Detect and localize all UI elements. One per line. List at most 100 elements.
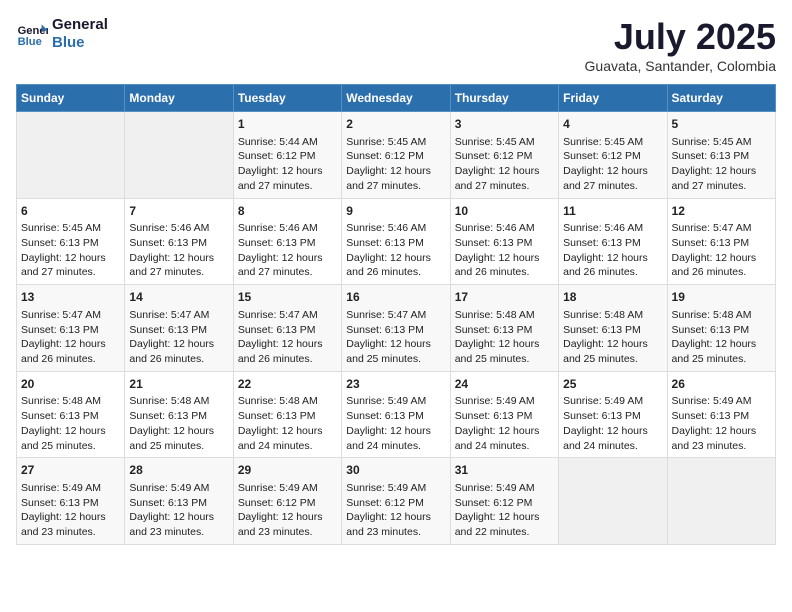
sunset-text: Sunset: 6:13 PM (672, 149, 771, 164)
day-number: 13 (21, 289, 120, 306)
sunset-text: Sunset: 6:13 PM (129, 409, 228, 424)
sunrise-text: Sunrise: 5:49 AM (455, 481, 554, 496)
sunrise-text: Sunrise: 5:45 AM (672, 135, 771, 150)
sunset-text: Sunset: 6:13 PM (238, 323, 337, 338)
daylight-text: Daylight: 12 hours and 23 minutes. (346, 510, 445, 539)
daylight-text: Daylight: 12 hours and 26 minutes. (455, 251, 554, 280)
day-cell (125, 112, 233, 199)
sunrise-text: Sunrise: 5:48 AM (238, 394, 337, 409)
location-subtitle: Guavata, Santander, Colombia (585, 58, 776, 74)
day-cell: 14Sunrise: 5:47 AMSunset: 6:13 PMDayligh… (125, 285, 233, 372)
daylight-text: Daylight: 12 hours and 23 minutes. (21, 510, 120, 539)
daylight-text: Daylight: 12 hours and 26 minutes. (346, 251, 445, 280)
day-number: 19 (672, 289, 771, 306)
header-row: SundayMondayTuesdayWednesdayThursdayFrid… (17, 85, 776, 112)
sunset-text: Sunset: 6:13 PM (455, 409, 554, 424)
sunrise-text: Sunrise: 5:48 AM (129, 394, 228, 409)
sunrise-text: Sunrise: 5:45 AM (346, 135, 445, 150)
sunset-text: Sunset: 6:12 PM (346, 149, 445, 164)
sunset-text: Sunset: 6:13 PM (346, 409, 445, 424)
sunrise-text: Sunrise: 5:47 AM (21, 308, 120, 323)
sunset-text: Sunset: 6:13 PM (238, 236, 337, 251)
sunset-text: Sunset: 6:13 PM (21, 496, 120, 511)
day-number: 17 (455, 289, 554, 306)
daylight-text: Daylight: 12 hours and 25 minutes. (21, 424, 120, 453)
sunrise-text: Sunrise: 5:47 AM (346, 308, 445, 323)
day-number: 22 (238, 376, 337, 393)
daylight-text: Daylight: 12 hours and 27 minutes. (346, 164, 445, 193)
day-number: 10 (455, 203, 554, 220)
sunrise-text: Sunrise: 5:46 AM (238, 221, 337, 236)
sunset-text: Sunset: 6:13 PM (563, 236, 662, 251)
daylight-text: Daylight: 12 hours and 26 minutes. (672, 251, 771, 280)
day-cell: 10Sunrise: 5:46 AMSunset: 6:13 PMDayligh… (450, 198, 558, 285)
calendar-table: SundayMondayTuesdayWednesdayThursdayFrid… (16, 84, 776, 545)
sunrise-text: Sunrise: 5:49 AM (563, 394, 662, 409)
day-cell: 7Sunrise: 5:46 AMSunset: 6:13 PMDaylight… (125, 198, 233, 285)
day-cell: 28Sunrise: 5:49 AMSunset: 6:13 PMDayligh… (125, 458, 233, 545)
day-cell: 15Sunrise: 5:47 AMSunset: 6:13 PMDayligh… (233, 285, 341, 372)
day-number: 30 (346, 462, 445, 479)
sunset-text: Sunset: 6:13 PM (129, 323, 228, 338)
sunrise-text: Sunrise: 5:48 AM (672, 308, 771, 323)
sunset-text: Sunset: 6:12 PM (238, 149, 337, 164)
sunrise-text: Sunrise: 5:46 AM (455, 221, 554, 236)
sunrise-text: Sunrise: 5:48 AM (21, 394, 120, 409)
col-header-thursday: Thursday (450, 85, 558, 112)
daylight-text: Daylight: 12 hours and 25 minutes. (346, 337, 445, 366)
sunset-text: Sunset: 6:13 PM (672, 236, 771, 251)
sunset-text: Sunset: 6:13 PM (129, 496, 228, 511)
sunset-text: Sunset: 6:13 PM (563, 409, 662, 424)
day-cell: 24Sunrise: 5:49 AMSunset: 6:13 PMDayligh… (450, 371, 558, 458)
daylight-text: Daylight: 12 hours and 27 minutes. (129, 251, 228, 280)
day-cell (559, 458, 667, 545)
sunset-text: Sunset: 6:13 PM (672, 323, 771, 338)
title-block: July 2025 Guavata, Santander, Colombia (585, 16, 776, 74)
day-cell: 11Sunrise: 5:46 AMSunset: 6:13 PMDayligh… (559, 198, 667, 285)
logo-icon: General Blue (16, 18, 48, 50)
day-number: 6 (21, 203, 120, 220)
sunset-text: Sunset: 6:13 PM (455, 236, 554, 251)
sunrise-text: Sunrise: 5:47 AM (129, 308, 228, 323)
day-cell: 6Sunrise: 5:45 AMSunset: 6:13 PMDaylight… (17, 198, 125, 285)
day-number: 18 (563, 289, 662, 306)
logo-line2: Blue (52, 34, 108, 52)
daylight-text: Daylight: 12 hours and 24 minutes. (238, 424, 337, 453)
day-number: 23 (346, 376, 445, 393)
daylight-text: Daylight: 12 hours and 26 minutes. (21, 337, 120, 366)
day-cell: 12Sunrise: 5:47 AMSunset: 6:13 PMDayligh… (667, 198, 775, 285)
col-header-tuesday: Tuesday (233, 85, 341, 112)
day-number: 1 (238, 116, 337, 133)
day-cell: 23Sunrise: 5:49 AMSunset: 6:13 PMDayligh… (342, 371, 450, 458)
daylight-text: Daylight: 12 hours and 23 minutes. (672, 424, 771, 453)
col-header-friday: Friday (559, 85, 667, 112)
day-number: 20 (21, 376, 120, 393)
sunrise-text: Sunrise: 5:45 AM (455, 135, 554, 150)
week-row-2: 6Sunrise: 5:45 AMSunset: 6:13 PMDaylight… (17, 198, 776, 285)
daylight-text: Daylight: 12 hours and 27 minutes. (563, 164, 662, 193)
day-number: 16 (346, 289, 445, 306)
week-row-4: 20Sunrise: 5:48 AMSunset: 6:13 PMDayligh… (17, 371, 776, 458)
day-cell (17, 112, 125, 199)
sunrise-text: Sunrise: 5:49 AM (346, 394, 445, 409)
day-number: 14 (129, 289, 228, 306)
daylight-text: Daylight: 12 hours and 24 minutes. (563, 424, 662, 453)
sunrise-text: Sunrise: 5:48 AM (563, 308, 662, 323)
day-number: 2 (346, 116, 445, 133)
day-cell: 29Sunrise: 5:49 AMSunset: 6:12 PMDayligh… (233, 458, 341, 545)
daylight-text: Daylight: 12 hours and 24 minutes. (346, 424, 445, 453)
sunset-text: Sunset: 6:12 PM (563, 149, 662, 164)
logo: General Blue General Blue (16, 16, 108, 52)
day-number: 24 (455, 376, 554, 393)
day-cell: 1Sunrise: 5:44 AMSunset: 6:12 PMDaylight… (233, 112, 341, 199)
day-number: 27 (21, 462, 120, 479)
day-cell: 26Sunrise: 5:49 AMSunset: 6:13 PMDayligh… (667, 371, 775, 458)
col-header-sunday: Sunday (17, 85, 125, 112)
sunset-text: Sunset: 6:12 PM (346, 496, 445, 511)
day-cell: 5Sunrise: 5:45 AMSunset: 6:13 PMDaylight… (667, 112, 775, 199)
sunrise-text: Sunrise: 5:49 AM (455, 394, 554, 409)
day-cell: 21Sunrise: 5:48 AMSunset: 6:13 PMDayligh… (125, 371, 233, 458)
day-number: 31 (455, 462, 554, 479)
sunset-text: Sunset: 6:13 PM (346, 323, 445, 338)
daylight-text: Daylight: 12 hours and 27 minutes. (455, 164, 554, 193)
